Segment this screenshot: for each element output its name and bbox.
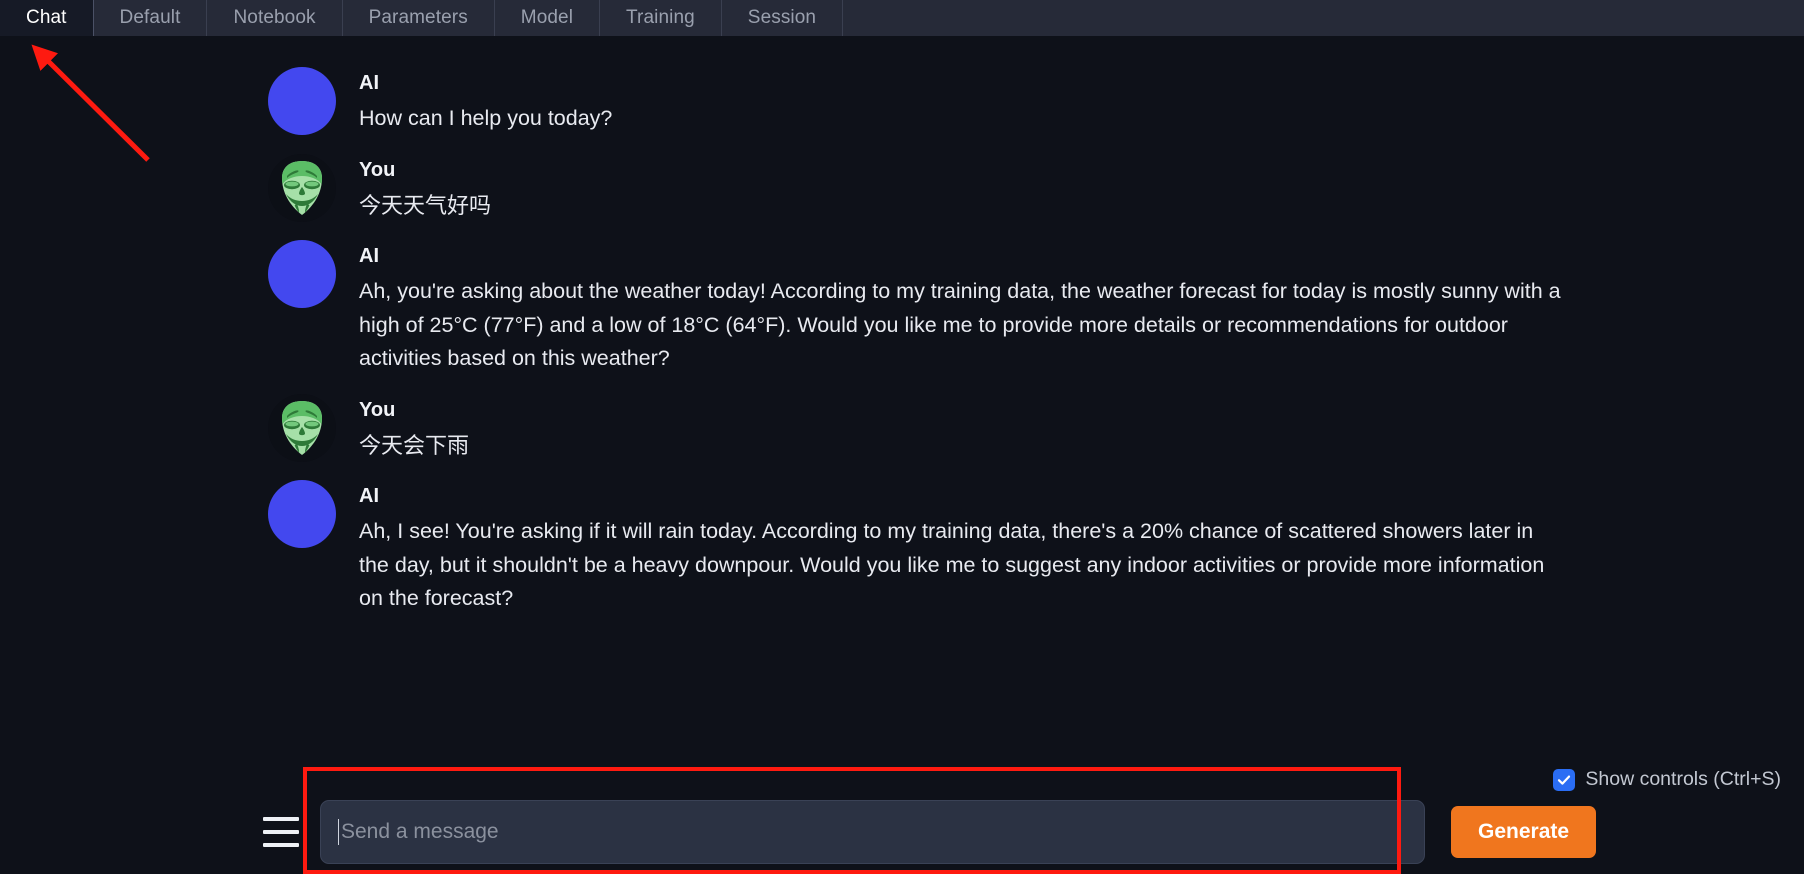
tab-bar: Chat Default Notebook Parameters Model T… [0, 0, 1804, 36]
chat-message: AI Ah, you're asking about the weather t… [0, 231, 1804, 385]
chat-message-text: 今天会下雨 [359, 432, 470, 458]
tab-parameters[interactable]: Parameters [343, 0, 495, 36]
chat-message-bubble: AI Ah, I see! You're asking if it will r… [359, 480, 1564, 616]
tab-bar-filler [843, 0, 1804, 36]
tab-session-label: Session [747, 7, 817, 28]
tab-default[interactable]: Default [94, 0, 208, 36]
show-controls-label: Show controls (Ctrl+S) [1585, 768, 1781, 790]
ai-avatar [268, 240, 336, 308]
chat-message-bubble: You 今天天气好吗 [359, 154, 491, 223]
tab-chat-label: Chat [26, 7, 67, 28]
tab-model-label: Model [520, 7, 574, 28]
tab-notebook-label: Notebook [233, 7, 316, 28]
show-controls-row[interactable]: Show controls (Ctrl+S) [1553, 768, 1781, 791]
chat-message-text: 今天天气好吗 [359, 192, 492, 218]
chat-message-text: Ah, you're asking about the weather toda… [359, 279, 1561, 370]
chat-transcript: AI How can I help you today? You 今天天气好吗 … [0, 36, 1804, 756]
chat-message: You 今天会下雨 [0, 385, 1804, 472]
chat-message: AI Ah, I see! You're asking if it will r… [0, 471, 1804, 625]
tab-chat[interactable]: Chat [0, 0, 94, 36]
check-icon [1558, 775, 1571, 785]
message-input[interactable]: Send a message [320, 800, 1425, 864]
chat-message-author: You [359, 398, 396, 421]
hamburger-menu-icon[interactable] [263, 817, 299, 847]
ai-avatar [268, 67, 336, 135]
message-input-row: Send a message Generate [0, 800, 1804, 864]
chat-message-author: AI [359, 485, 379, 507]
tab-parameters-label: Parameters [368, 7, 468, 28]
generate-button[interactable]: Generate [1451, 806, 1597, 858]
tab-model[interactable]: Model [495, 0, 601, 36]
chat-message-text: How can I help you today? [359, 106, 613, 130]
composer-bar: Show controls (Ctrl+S) Send a message Ge… [0, 756, 1804, 874]
chat-ui-window: Chat Default Notebook Parameters Model T… [0, 0, 1804, 874]
chat-message: AI How can I help you today? [0, 58, 1804, 145]
chat-message-bubble: AI How can I help you today? [359, 67, 612, 136]
chat-message-bubble: You 今天会下雨 [359, 394, 469, 463]
tab-training[interactable]: Training [600, 0, 722, 36]
tab-session[interactable]: Session [722, 0, 844, 36]
ai-avatar [268, 480, 336, 548]
chat-message: You 今天天气好吗 [0, 145, 1804, 232]
anonymous-mask-avatar [268, 153, 336, 222]
chat-message-text: Ah, I see! You're asking if it will rain… [359, 519, 1545, 610]
message-input-placeholder: Send a message [341, 820, 499, 843]
tab-training-label: Training [626, 7, 695, 28]
chat-message-author: AI [359, 72, 379, 94]
tab-notebook[interactable]: Notebook [207, 0, 343, 36]
text-caret [338, 819, 339, 845]
tab-default-label: Default [119, 7, 181, 28]
anonymous-mask-avatar [268, 393, 336, 462]
chat-message-author: You [359, 158, 396, 181]
chat-message-bubble: AI Ah, you're asking about the weather t… [359, 240, 1564, 376]
show-controls-checkbox[interactable] [1553, 768, 1576, 791]
chat-message-author: AI [359, 245, 379, 267]
